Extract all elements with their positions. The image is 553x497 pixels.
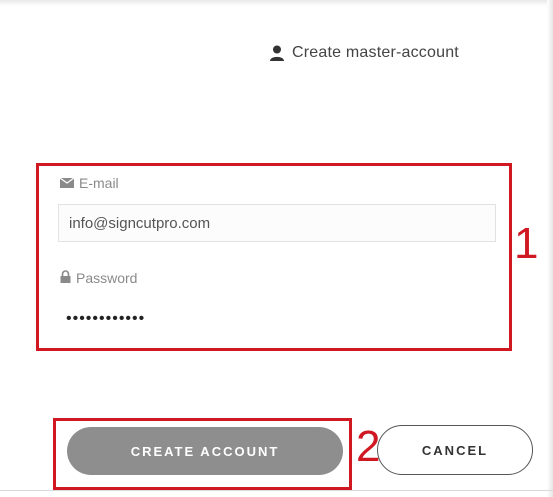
password-label-text: Password: [76, 270, 138, 286]
email-field[interactable]: info@signcutpro.com: [58, 204, 496, 242]
email-label: E-mail: [59, 175, 119, 191]
user-icon: [268, 44, 286, 62]
email-label-text: E-mail: [79, 175, 119, 191]
create-master-account-label: Create master-account: [292, 44, 459, 61]
lock-icon: [60, 270, 71, 286]
password-value: ••••••••••••: [66, 310, 146, 327]
envelope-icon: [59, 175, 75, 191]
bottom-divider: [0, 490, 553, 491]
top-edge: [0, 0, 553, 6]
create-account-button[interactable]: CREATE ACCOUNT: [67, 427, 343, 475]
create-master-account-link[interactable]: Create master-account: [268, 44, 459, 62]
create-account-dialog: Create master-account E-mail info@signcu…: [0, 0, 553, 497]
email-value: info@signcutpro.com: [69, 214, 211, 232]
cancel-button[interactable]: CANCEL: [377, 425, 533, 475]
password-label: Password: [60, 270, 137, 286]
step-number-2: 2: [356, 422, 381, 471]
password-field[interactable]: ••••••••••••: [58, 304, 496, 334]
step-number-1: 1: [514, 219, 539, 268]
right-shadow: [547, 0, 553, 497]
